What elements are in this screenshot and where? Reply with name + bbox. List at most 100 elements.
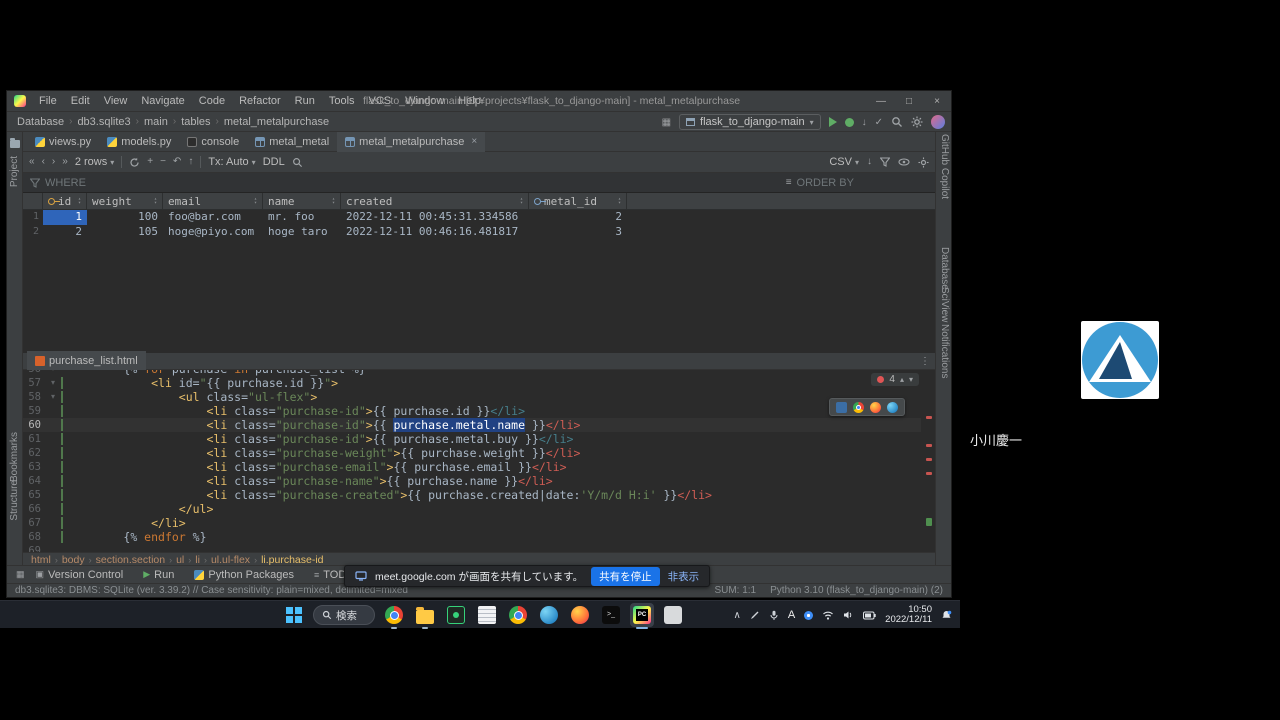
tool-window-version-control[interactable]: ▣Version Control — [27, 566, 133, 584]
close-button[interactable]: × — [923, 91, 951, 112]
code-line-65[interactable]: 65 <li class="purchase-created">{{ purch… — [23, 488, 921, 502]
battery-icon[interactable] — [863, 611, 876, 620]
tab-purchase-list-html[interactable]: purchase_list.html — [27, 351, 146, 371]
run-button[interactable] — [829, 117, 837, 127]
tool-window-run[interactable]: ▶Run — [134, 566, 183, 584]
hidden-icons-chevron[interactable]: ∧ — [733, 610, 740, 621]
line-number[interactable]: 63 — [23, 460, 41, 474]
code-line-68[interactable]: 68 {% endfor %} — [23, 530, 921, 544]
menu-view[interactable]: View — [97, 91, 135, 112]
breadcrumb-li.purchase-id[interactable]: li.purchase-id — [261, 554, 323, 565]
tool-window-python-packages[interactable]: Python Packages — [185, 566, 303, 584]
submit-icon[interactable]: ↑ — [188, 152, 193, 172]
breadcrumb-ul.ul-flex[interactable]: ul.ul-flex — [211, 554, 250, 565]
previous-page-icon[interactable]: ‹ — [42, 152, 45, 172]
user-avatar[interactable] — [931, 115, 945, 129]
edge-icon[interactable] — [887, 402, 898, 413]
sidebar-item-github-copilot[interactable]: GitHub Copilot — [939, 134, 950, 199]
firefox-taskbar-icon[interactable] — [568, 603, 592, 627]
code-line-62[interactable]: 62 <li class="purchase-weight">{{ purcha… — [23, 446, 921, 460]
sort-icon[interactable]: ▴▾ — [618, 197, 621, 205]
code-line-58[interactable]: 58▾ <ul class="ul-flex"> — [23, 390, 921, 404]
sidebar-item-notifications[interactable]: Notifications — [939, 324, 950, 378]
maximize-button[interactable]: □ — [895, 91, 923, 112]
breadcrumb-tables[interactable]: tables — [181, 116, 210, 128]
menu-code[interactable]: Code — [192, 91, 232, 112]
view-options-eye-icon[interactable] — [898, 157, 910, 167]
terminal-taskbar-icon[interactable] — [599, 603, 623, 627]
tab-views.py[interactable]: views.py — [27, 132, 99, 152]
line-number[interactable]: 57 — [23, 376, 41, 390]
tab-console[interactable]: console — [179, 132, 247, 152]
breadcrumb-main[interactable]: main — [144, 116, 168, 128]
more-icon[interactable]: ⋮ — [920, 356, 930, 367]
add-row-icon[interactable]: + — [147, 152, 153, 172]
built-in-preview-icon[interactable] — [836, 402, 847, 413]
explorer-taskbar-icon[interactable] — [413, 603, 437, 627]
breadcrumb-li[interactable]: li — [195, 554, 200, 565]
git-commit-icon[interactable]: ✓ — [875, 117, 883, 128]
wifi-icon[interactable] — [822, 610, 834, 620]
code-line-57[interactable]: 57▾ <li id="{{ purchase.id }}"> — [23, 376, 921, 390]
python-interpreter[interactable]: Python 3.10 (flask_to_django-main) (2) — [770, 585, 943, 596]
whiteboard-taskbar-icon[interactable] — [661, 603, 685, 627]
cell-email[interactable]: foo@bar.com — [163, 210, 263, 225]
cell-metal_id[interactable]: 2 — [529, 210, 627, 225]
tab-metal_metal[interactable]: metal_metal — [247, 132, 337, 152]
start-button[interactable] — [282, 603, 306, 627]
code-line-66[interactable]: 66 </ul> — [23, 502, 921, 516]
line-number[interactable]: 60 — [23, 418, 41, 432]
line-number[interactable]: 58 — [23, 390, 41, 404]
sidebar-item-project[interactable]: Project — [9, 156, 20, 187]
run-configuration-select[interactable]: flask_to_django-main ▾ — [679, 114, 821, 130]
line-number[interactable]: 66 — [23, 502, 41, 516]
settings-gear-icon[interactable] — [911, 116, 923, 128]
breadcrumb-section.section[interactable]: section.section — [96, 554, 165, 565]
last-page-icon[interactable]: » — [62, 152, 68, 172]
sort-icon[interactable]: ▴▾ — [520, 197, 523, 205]
edge-taskbar-icon[interactable] — [537, 603, 561, 627]
cell-created[interactable]: 2022-12-11 00:46:16.481817 — [341, 225, 529, 240]
tab-metal_metalpurchase[interactable]: metal_metalpurchase× — [337, 132, 485, 152]
error-mark[interactable] — [926, 444, 932, 447]
breadcrumb-Database[interactable]: Database — [17, 116, 64, 128]
cell-metal_id[interactable]: 3 — [529, 225, 627, 240]
code-line-69[interactable]: 69 — [23, 544, 921, 552]
reload-icon[interactable] — [129, 157, 140, 168]
code-line-63[interactable]: 63 <li class="purchase-email">{{ purchas… — [23, 460, 921, 474]
row-number[interactable]: 1 — [23, 210, 43, 225]
next-page-icon[interactable]: › — [52, 152, 55, 172]
stop-sharing-button[interactable]: 共有を停止 — [591, 567, 660, 586]
code-line-60[interactable]: 60 <li class="purchase-id">{{ purchase.m… — [23, 418, 921, 432]
delete-row-icon[interactable]: − — [160, 152, 166, 172]
cell-created[interactable]: 2022-12-11 00:45:31.334586 — [341, 210, 529, 225]
menu-file[interactable]: File — [32, 91, 64, 112]
sidebar-item-bookmarks[interactable]: Bookmarks — [9, 432, 20, 482]
hide-button[interactable]: 非表示 — [668, 569, 700, 584]
chrome-icon[interactable] — [853, 402, 864, 413]
order-by-input[interactable]: ≡ ORDER BY — [786, 173, 854, 193]
git-update-icon[interactable]: ↓ — [862, 117, 867, 128]
where-filter-input[interactable]: WHERE — [45, 177, 86, 189]
line-number[interactable]: 64 — [23, 474, 41, 488]
caret-position[interactable]: SUM: 1:1 — [714, 585, 756, 596]
row-count-dropdown[interactable]: 2 rows ▾ — [75, 156, 114, 168]
cell-weight[interactable]: 100 — [87, 210, 163, 225]
revert-icon[interactable]: ↶ — [173, 152, 181, 172]
column-header-weight[interactable]: weight▴▾ — [87, 193, 163, 209]
chrome-alt-taskbar-icon[interactable] — [506, 603, 530, 627]
table-row[interactable]: 22105hoge@piyo.comhoge taro2022-12-11 00… — [23, 225, 935, 240]
row-number-header[interactable] — [23, 193, 43, 209]
menu-edit[interactable]: Edit — [64, 91, 97, 112]
firefox-icon[interactable] — [870, 402, 881, 413]
line-number[interactable]: 62 — [23, 446, 41, 460]
transaction-mode-dropdown[interactable]: Tx: Auto ▾ — [208, 156, 255, 168]
error-mark[interactable] — [926, 416, 932, 419]
table-row[interactable]: 11100foo@bar.commr. foo2022-12-11 00:45:… — [23, 210, 935, 225]
breadcrumb-html[interactable]: html — [31, 554, 51, 565]
breadcrumb-body[interactable]: body — [62, 554, 85, 565]
notes-taskbar-icon[interactable] — [475, 603, 499, 627]
ddl-button[interactable]: DDL — [263, 156, 285, 168]
ime-indicator[interactable]: A — [788, 609, 795, 621]
menu-run[interactable]: Run — [288, 91, 322, 112]
